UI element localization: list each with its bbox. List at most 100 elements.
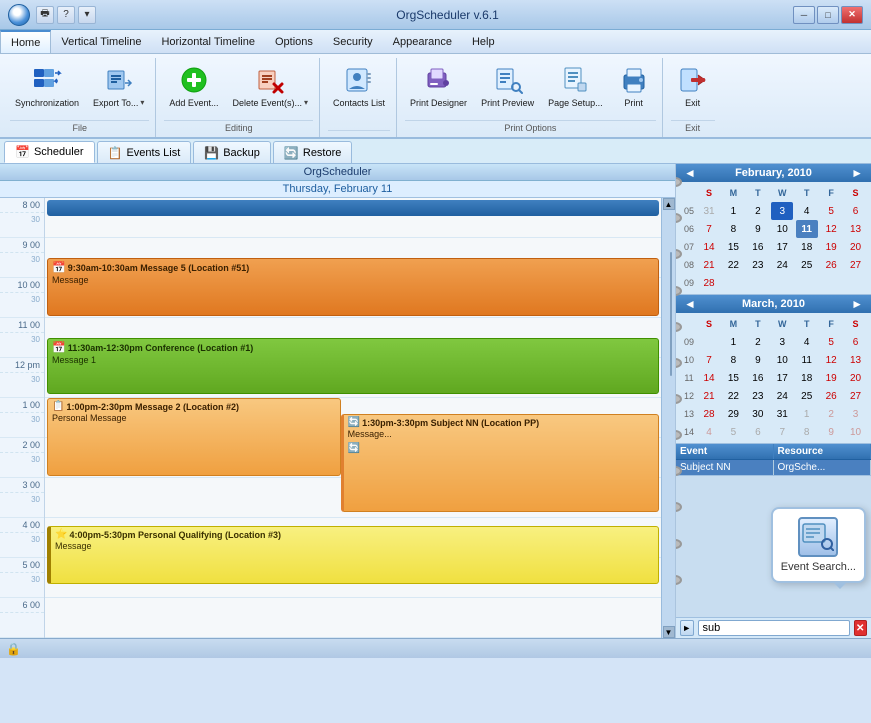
backup-tab-icon: 💾 [204, 146, 219, 160]
time-half-12: 30 [0, 372, 44, 392]
time-half-5: 30 [0, 572, 44, 592]
quick-access-arrow[interactable]: ▾ [78, 6, 96, 24]
event-subjectnn[interactable]: 🔄 1:30pm-3:30pm Subject NN (Location PP)… [341, 414, 659, 512]
cal-feb-grid: S M T W T F S 05 31 1 2 3 4 5 6 [676, 182, 871, 294]
minimize-button[interactable]: ─ [793, 6, 815, 24]
tab-backup[interactable]: 💾 Backup [193, 141, 271, 163]
scroll-up-btn[interactable]: ▲ [663, 198, 675, 210]
events-list-tab-icon: 📋 [108, 146, 123, 160]
restore-tab-label: Restore [303, 147, 342, 159]
time-slot-5: 5 00 30 [0, 558, 44, 598]
event-conference[interactable]: 📅 11:30am-12:30pm Conference (Location #… [47, 338, 659, 394]
event-subjectnn-icon2: 🔄 [348, 443, 654, 454]
scheduler-body: 8 00 30 9 00 30 10 00 30 11 00 30 12 pm [0, 198, 675, 638]
exit-button[interactable]: Exit [671, 60, 715, 113]
menu-item-appearance[interactable]: Appearance [383, 30, 462, 53]
time-half-8: 30 [0, 212, 44, 232]
delete-event-button[interactable]: Delete Event(s)... ▾ [227, 60, 313, 113]
cal-mar-next[interactable]: ► [847, 297, 867, 311]
scroll-thumb[interactable] [670, 252, 672, 377]
event-list-cell-event: Subject NN [676, 460, 774, 475]
tab-restore[interactable]: 🔄 Restore [273, 141, 352, 163]
menu-item-horizontal-timeline[interactable]: Horizontal Timeline [151, 30, 265, 53]
export-label: Export To... [93, 98, 138, 109]
event-message2-msg: Personal Message [52, 413, 336, 423]
help-quick-btn[interactable]: ? [57, 6, 75, 24]
cal-mar-week2: 10 7 8 9 10 11 12 13 [678, 351, 869, 369]
contacts-list-button[interactable]: Contacts List [328, 60, 390, 113]
event-conference-msg: Message 1 [52, 355, 654, 365]
menu-item-help[interactable]: Help [462, 30, 505, 53]
time-slot-3: 3 00 30 [0, 478, 44, 518]
print-preview-label: Print Preview [481, 98, 534, 109]
time-slot-11: 11 00 30 [0, 318, 44, 358]
cal-feb-prev[interactable]: ◄ [680, 166, 700, 180]
cal-feb-next[interactable]: ► [847, 166, 867, 180]
scheduler-panel: OrgScheduler Thursday, February 11 8 00 … [0, 164, 676, 638]
right-panel: ◄ February, 2010 ► S M T W T F S 0 [676, 164, 871, 638]
tab-events-list[interactable]: 📋 Events List [97, 141, 192, 163]
event-search-tooltip: Event Search... [771, 507, 866, 583]
close-button[interactable]: ✕ [841, 6, 863, 24]
time-label-11: 11 00 [0, 318, 44, 332]
cal-feb-week4: 08 21 22 23 24 25 26 27 [678, 256, 869, 274]
menu-item-home[interactable]: Home [0, 30, 51, 53]
event-message2[interactable]: 📋 1:00pm-2:30pm Message 2 (Location #2) … [47, 398, 341, 476]
events-column[interactable]: 📅 9:30am-10:30am Message 5 (Location #51… [45, 198, 661, 638]
search-input[interactable] [698, 620, 850, 636]
cal-mar-title: March, 2010 [742, 298, 805, 310]
menu-bar: Home Vertical Timeline Horizontal Timeli… [0, 30, 871, 54]
menu-item-vertical-timeline[interactable]: Vertical Timeline [51, 30, 151, 53]
time-slot-8: 8 00 30 [0, 198, 44, 238]
delete-event-icon [254, 64, 286, 96]
delete-dropdown-arrow: ▾ [304, 98, 308, 107]
cal-mar-week5: 13 28 29 30 31 1 2 3 [678, 405, 869, 423]
time-label-8: 8 00 [0, 198, 44, 212]
save-quick-btn[interactable]: 🖶 [36, 6, 54, 24]
backup-tab-label: Backup [223, 147, 260, 159]
search-expand-btn[interactable]: ► [680, 620, 694, 636]
export-icon [103, 64, 135, 96]
menu-item-options[interactable]: Options [265, 30, 323, 53]
event-qualifying-msg: Message [55, 541, 654, 551]
time-label-10: 10 00 [0, 278, 44, 292]
event-list-cell-resource: OrgSche... [774, 460, 871, 475]
event-qualifying[interactable]: ⭐ 4:00pm-5:30pm Personal Qualifying (Loc… [47, 526, 659, 584]
event-message5[interactable]: 📅 9:30am-10:30am Message 5 (Location #51… [47, 258, 659, 316]
scroll-down-btn[interactable]: ▼ [663, 626, 675, 638]
ribbon-group-editing: Add Event... Delete Event(s)... ▾ [158, 58, 320, 137]
contacts-list-icon [343, 64, 375, 96]
cal-mar-week6: 14 4 5 6 7 8 9 10 [678, 423, 869, 441]
event-subjectnn-title: 1:30pm-3:30pm Subject NN (Location PP) [362, 418, 539, 428]
cal-mar-prev[interactable]: ◄ [680, 297, 700, 311]
exit-label: Exit [685, 98, 700, 109]
time-half-1: 30 [0, 412, 44, 432]
event-blue-8am[interactable] [47, 200, 659, 216]
tab-scheduler[interactable]: 📅 Scheduler [4, 141, 95, 163]
page-setup-button[interactable]: Page Setup... [543, 60, 608, 113]
print-designer-button[interactable]: Print Designer [405, 60, 472, 113]
ribbon-group-contacts-content: Contacts List [328, 58, 390, 128]
print-preview-button[interactable]: Print Preview [476, 60, 539, 113]
ribbon-group-file-content: Synchronization Export To... ▾ [10, 58, 149, 118]
cal-feb-week1: 05 31 1 2 3 4 5 6 [678, 202, 869, 220]
time-label-2: 2 00 [0, 438, 44, 452]
menu-item-security[interactable]: Security [323, 30, 383, 53]
event-list-row-1[interactable]: Subject NN OrgSche... [676, 460, 871, 476]
cal-mar-week3: 11 14 15 16 17 18 19 20 [678, 369, 869, 387]
export-dropdown-arrow: ▾ [140, 98, 144, 107]
ribbon-group-exit-label: Exit [671, 120, 715, 135]
event-message5-title: 9:30am-10:30am Message 5 (Location #51) [68, 263, 250, 273]
sync-button[interactable]: Synchronization [10, 60, 84, 113]
time-label-6: 6 00 [0, 598, 44, 612]
search-clear-btn[interactable]: ✕ [854, 620, 868, 636]
time-slot-12: 12 pm 30 [0, 358, 44, 398]
time-slot-2: 2 00 30 [0, 438, 44, 478]
maximize-button[interactable]: □ [817, 6, 839, 24]
ribbon-group-editing-label: Editing [164, 120, 313, 135]
add-event-button[interactable]: Add Event... [164, 60, 223, 113]
scheduler-scrollbar[interactable]: ▲ ▼ [661, 198, 675, 638]
print-button[interactable]: Print [612, 60, 656, 113]
ribbon-group-editing-content: Add Event... Delete Event(s)... ▾ [164, 58, 313, 118]
export-button[interactable]: Export To... ▾ [88, 60, 149, 113]
